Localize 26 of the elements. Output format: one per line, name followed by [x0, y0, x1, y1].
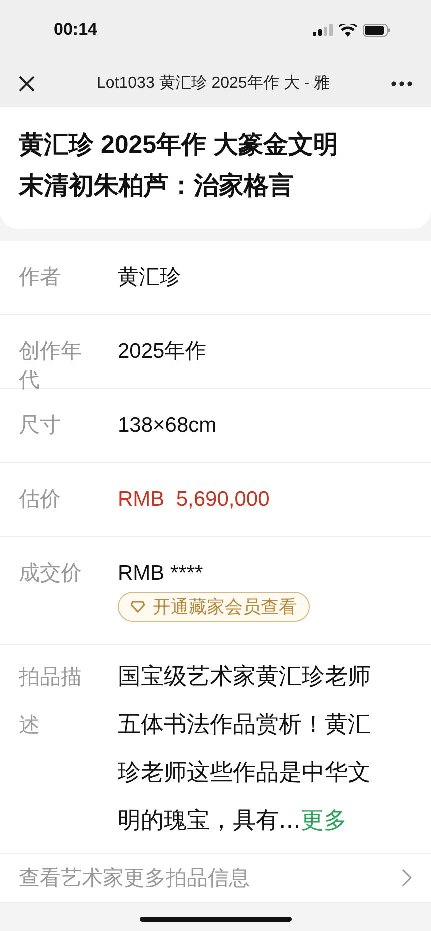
field-value: 黄汇珍: [118, 265, 182, 291]
status-time: 00:14: [54, 20, 98, 40]
field-label: 尺寸: [19, 412, 62, 439]
diamond-icon: [131, 601, 145, 613]
signal-icon: [313, 24, 333, 36]
field-label: 拍品描述: [19, 664, 83, 739]
estimate-price: RMB 5,690,000: [118, 487, 270, 513]
field-label: 创作年代: [19, 338, 83, 394]
field-value: 138×68cm: [118, 413, 218, 439]
wifi-icon: [339, 24, 357, 36]
description-text: 国宝级艺术家黄汇珍老师五体书法作品赏析！黄汇珍老师这些作品是中华文明的瑰宝，具有...更多: [118, 663, 372, 836]
more-icon[interactable]: [391, 80, 413, 86]
artist-link-row[interactable]: 查看艺术家更多拍品信息: [0, 854, 431, 903]
battery-icon: [363, 24, 391, 36]
lot-title: 黄汇珍 2025年作 大篆金文明末清初朱柏芦：治家格言: [19, 130, 340, 202]
field-label: 估价: [19, 486, 62, 513]
more-link[interactable]: 更多: [300, 808, 347, 834]
close-icon[interactable]: [18, 74, 36, 92]
page-title: Lot1033 黄汇珍 2025年作 大 - 雅: [96, 74, 331, 94]
hammer-price: RMB ****: [118, 561, 204, 587]
field-label: 作者: [19, 264, 62, 291]
membership-button[interactable]: 开通藏家会员查看: [118, 592, 310, 622]
field-value: 2025年作: [118, 339, 208, 365]
link-label: 查看艺术家更多拍品信息: [19, 865, 250, 892]
chevron-icon: [402, 869, 412, 887]
field-label: 成交价: [19, 560, 83, 587]
